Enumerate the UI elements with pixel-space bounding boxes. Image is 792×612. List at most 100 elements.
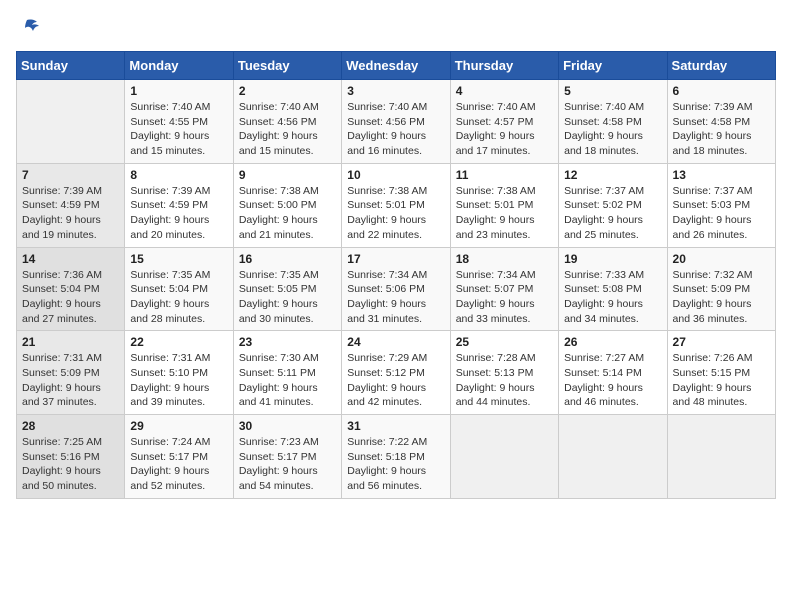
day-info: Sunrise: 7:38 AMSunset: 5:01 PMDaylight:… (456, 184, 553, 243)
header (16, 16, 776, 43)
calendar-header-day: Monday (125, 52, 233, 80)
calendar-cell: 19 Sunrise: 7:33 AMSunset: 5:08 PMDayligh… (559, 247, 667, 331)
day-info: Sunrise: 7:40 AMSunset: 4:58 PMDaylight:… (564, 100, 661, 159)
calendar-header-day: Wednesday (342, 52, 450, 80)
day-info: Sunrise: 7:26 AMSunset: 5:15 PMDaylight:… (673, 351, 770, 410)
day-number: 28 (22, 419, 119, 433)
day-info: Sunrise: 7:37 AMSunset: 5:02 PMDaylight:… (564, 184, 661, 243)
day-info: Sunrise: 7:39 AMSunset: 4:59 PMDaylight:… (22, 184, 119, 243)
calendar-cell: 26 Sunrise: 7:27 AMSunset: 5:14 PMDayligh… (559, 331, 667, 415)
calendar-cell: 27 Sunrise: 7:26 AMSunset: 5:15 PMDayligh… (667, 331, 775, 415)
calendar-cell: 30 Sunrise: 7:23 AMSunset: 5:17 PMDayligh… (233, 415, 341, 499)
day-info: Sunrise: 7:38 AMSunset: 5:00 PMDaylight:… (239, 184, 336, 243)
day-number: 12 (564, 168, 661, 182)
day-info: Sunrise: 7:30 AMSunset: 5:11 PMDaylight:… (239, 351, 336, 410)
day-number: 29 (130, 419, 227, 433)
logo (16, 16, 41, 43)
calendar-cell: 21Sunrise: 7:31 AMSunset: 5:09 PMDayligh… (17, 331, 125, 415)
calendar-cell: 31Sunrise: 7:22 AMSunset: 5:18 PMDayligh… (342, 415, 450, 499)
day-number: 18 (456, 252, 553, 266)
day-number: 6 (673, 84, 770, 98)
calendar-cell: 15 Sunrise: 7:35 AMSunset: 5:04 PMDayligh… (125, 247, 233, 331)
day-info: Sunrise: 7:32 AMSunset: 5:09 PMDaylight:… (673, 268, 770, 327)
calendar-header-day: Thursday (450, 52, 558, 80)
day-info: Sunrise: 7:40 AMSunset: 4:57 PMDaylight:… (456, 100, 553, 159)
day-info: Sunrise: 7:40 AMSunset: 4:56 PMDaylight:… (239, 100, 336, 159)
day-info: Sunrise: 7:35 AMSunset: 5:04 PMDaylight:… (130, 268, 227, 327)
day-number: 7 (22, 168, 119, 182)
calendar-cell: 9Sunrise: 7:38 AMSunset: 5:00 PMDaylight… (233, 163, 341, 247)
calendar-cell: 29 Sunrise: 7:24 AMSunset: 5:17 PMDayligh… (125, 415, 233, 499)
day-info: Sunrise: 7:34 AMSunset: 5:07 PMDaylight:… (456, 268, 553, 327)
day-info: Sunrise: 7:40 AMSunset: 4:55 PMDaylight:… (130, 100, 227, 159)
calendar-cell: 23 Sunrise: 7:30 AMSunset: 5:11 PMDayligh… (233, 331, 341, 415)
calendar-cell: 17 Sunrise: 7:34 AMSunset: 5:06 PMDayligh… (342, 247, 450, 331)
day-number: 30 (239, 419, 336, 433)
calendar-cell: 4 Sunrise: 7:40 AMSunset: 4:57 PMDaylight… (450, 80, 558, 164)
calendar-header-row: SundayMondayTuesdayWednesdayThursdayFrid… (17, 52, 776, 80)
calendar-header-day: Tuesday (233, 52, 341, 80)
calendar-cell: 12 Sunrise: 7:37 AMSunset: 5:02 PMDayligh… (559, 163, 667, 247)
day-number: 15 (130, 252, 227, 266)
day-number: 19 (564, 252, 661, 266)
day-info: Sunrise: 7:22 AMSunset: 5:18 PMDaylight:… (347, 435, 444, 494)
calendar-cell (559, 415, 667, 499)
day-number: 3 (347, 84, 444, 98)
day-number: 21 (22, 335, 119, 349)
day-info: Sunrise: 7:37 AMSunset: 5:03 PMDaylight:… (673, 184, 770, 243)
calendar-cell: 16 Sunrise: 7:35 AMSunset: 5:05 PMDayligh… (233, 247, 341, 331)
day-info: Sunrise: 7:23 AMSunset: 5:17 PMDaylight:… (239, 435, 336, 494)
calendar-cell: 8 Sunrise: 7:39 AMSunset: 4:59 PMDaylight… (125, 163, 233, 247)
calendar-cell: 2 Sunrise: 7:40 AMSunset: 4:56 PMDaylight… (233, 80, 341, 164)
calendar-cell: 14Sunrise: 7:36 AMSunset: 5:04 PMDayligh… (17, 247, 125, 331)
calendar-cell: 22 Sunrise: 7:31 AMSunset: 5:10 PMDayligh… (125, 331, 233, 415)
day-number: 22 (130, 335, 227, 349)
day-info: Sunrise: 7:34 AMSunset: 5:06 PMDaylight:… (347, 268, 444, 327)
calendar-cell (17, 80, 125, 164)
calendar-cell: 1 Sunrise: 7:40 AMSunset: 4:55 PMDaylight… (125, 80, 233, 164)
calendar-table: SundayMondayTuesdayWednesdayThursdayFrid… (16, 51, 776, 499)
calendar-header-day: Friday (559, 52, 667, 80)
day-number: 2 (239, 84, 336, 98)
calendar-cell: 13 Sunrise: 7:37 AMSunset: 5:03 PMDayligh… (667, 163, 775, 247)
day-number: 23 (239, 335, 336, 349)
calendar-cell: 11 Sunrise: 7:38 AMSunset: 5:01 PMDayligh… (450, 163, 558, 247)
calendar-cell: 28 Sunrise: 7:25 AMSunset: 5:16 PMDayligh… (17, 415, 125, 499)
logo-bird-icon (19, 16, 41, 43)
day-info: Sunrise: 7:29 AMSunset: 5:12 PMDaylight:… (347, 351, 444, 410)
day-number: 8 (130, 168, 227, 182)
calendar-cell: 5Sunrise: 7:40 AMSunset: 4:58 PMDaylight… (559, 80, 667, 164)
calendar-week-row: 14Sunrise: 7:36 AMSunset: 5:04 PMDayligh… (17, 247, 776, 331)
day-number: 10 (347, 168, 444, 182)
day-number: 24 (347, 335, 444, 349)
day-number: 25 (456, 335, 553, 349)
day-number: 14 (22, 252, 119, 266)
calendar-cell: 3Sunrise: 7:40 AMSunset: 4:56 PMDaylight… (342, 80, 450, 164)
calendar-week-row: 7 Sunrise: 7:39 AMSunset: 4:59 PMDaylight… (17, 163, 776, 247)
calendar-week-row: 1 Sunrise: 7:40 AMSunset: 4:55 PMDaylight… (17, 80, 776, 164)
day-number: 27 (673, 335, 770, 349)
day-info: Sunrise: 7:25 AMSunset: 5:16 PMDaylight:… (22, 435, 119, 494)
day-info: Sunrise: 7:39 AMSunset: 4:59 PMDaylight:… (130, 184, 227, 243)
day-number: 16 (239, 252, 336, 266)
day-info: Sunrise: 7:27 AMSunset: 5:14 PMDaylight:… (564, 351, 661, 410)
calendar-week-row: 21Sunrise: 7:31 AMSunset: 5:09 PMDayligh… (17, 331, 776, 415)
day-number: 17 (347, 252, 444, 266)
day-info: Sunrise: 7:38 AMSunset: 5:01 PMDaylight:… (347, 184, 444, 243)
day-number: 11 (456, 168, 553, 182)
day-number: 13 (673, 168, 770, 182)
day-info: Sunrise: 7:33 AMSunset: 5:08 PMDaylight:… (564, 268, 661, 327)
day-number: 26 (564, 335, 661, 349)
day-info: Sunrise: 7:39 AMSunset: 4:58 PMDaylight:… (673, 100, 770, 159)
day-info: Sunrise: 7:35 AMSunset: 5:05 PMDaylight:… (239, 268, 336, 327)
day-number: 20 (673, 252, 770, 266)
calendar-cell (667, 415, 775, 499)
calendar-cell: 7 Sunrise: 7:39 AMSunset: 4:59 PMDaylight… (17, 163, 125, 247)
calendar-cell: 18 Sunrise: 7:34 AMSunset: 5:07 PMDayligh… (450, 247, 558, 331)
day-info: Sunrise: 7:24 AMSunset: 5:17 PMDaylight:… (130, 435, 227, 494)
calendar-cell: 6 Sunrise: 7:39 AMSunset: 4:58 PMDaylight… (667, 80, 775, 164)
day-info: Sunrise: 7:31 AMSunset: 5:10 PMDaylight:… (130, 351, 227, 410)
calendar-header-day: Sunday (17, 52, 125, 80)
day-number: 1 (130, 84, 227, 98)
day-number: 4 (456, 84, 553, 98)
